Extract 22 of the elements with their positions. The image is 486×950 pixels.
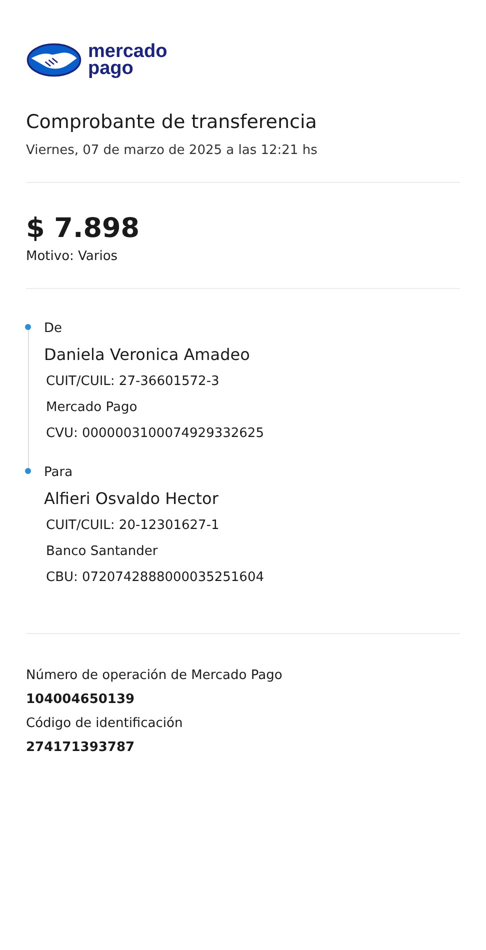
party-detail: Mercado Pago [45, 399, 138, 417]
payment-reason: Motivo: Varios [26, 249, 119, 264]
party-name: Alfieri Osvaldo Hector [44, 489, 220, 509]
reference-value: 274171393787 [26, 739, 136, 757]
handshake-logo-icon [26, 42, 82, 78]
amount-value: $ 7.898 [26, 213, 141, 245]
party-label: Para [44, 465, 74, 481]
party-detail: CUIT/CUIL: 27-36601572-3 [45, 373, 220, 391]
reference-label: Número de operación de Mercado Pago [26, 667, 284, 685]
party-label: De [44, 321, 64, 337]
receipt-title: Comprobante de transferencia [26, 110, 318, 134]
party-detail: Banco Santander [45, 543, 159, 561]
party-detail: CBU: 0720742888000035251604 [45, 569, 265, 587]
reference-value: 104004650139 [26, 691, 136, 709]
timeline-dot [25, 324, 31, 330]
timeline-dot [25, 468, 31, 474]
reference-label: Código de identificación [26, 715, 184, 733]
party-detail: CVU: 0000003100074929332625 [45, 425, 265, 443]
brand-name: mercado pago [88, 43, 168, 77]
receipt-date: Viernes, 07 de marzo de 2025 a las 12:21 hs [26, 143, 318, 158]
party-name: Daniela Veronica Amadeo [44, 345, 251, 365]
party-detail: CUIT/CUIL: 20-12301627-1 [45, 517, 220, 535]
